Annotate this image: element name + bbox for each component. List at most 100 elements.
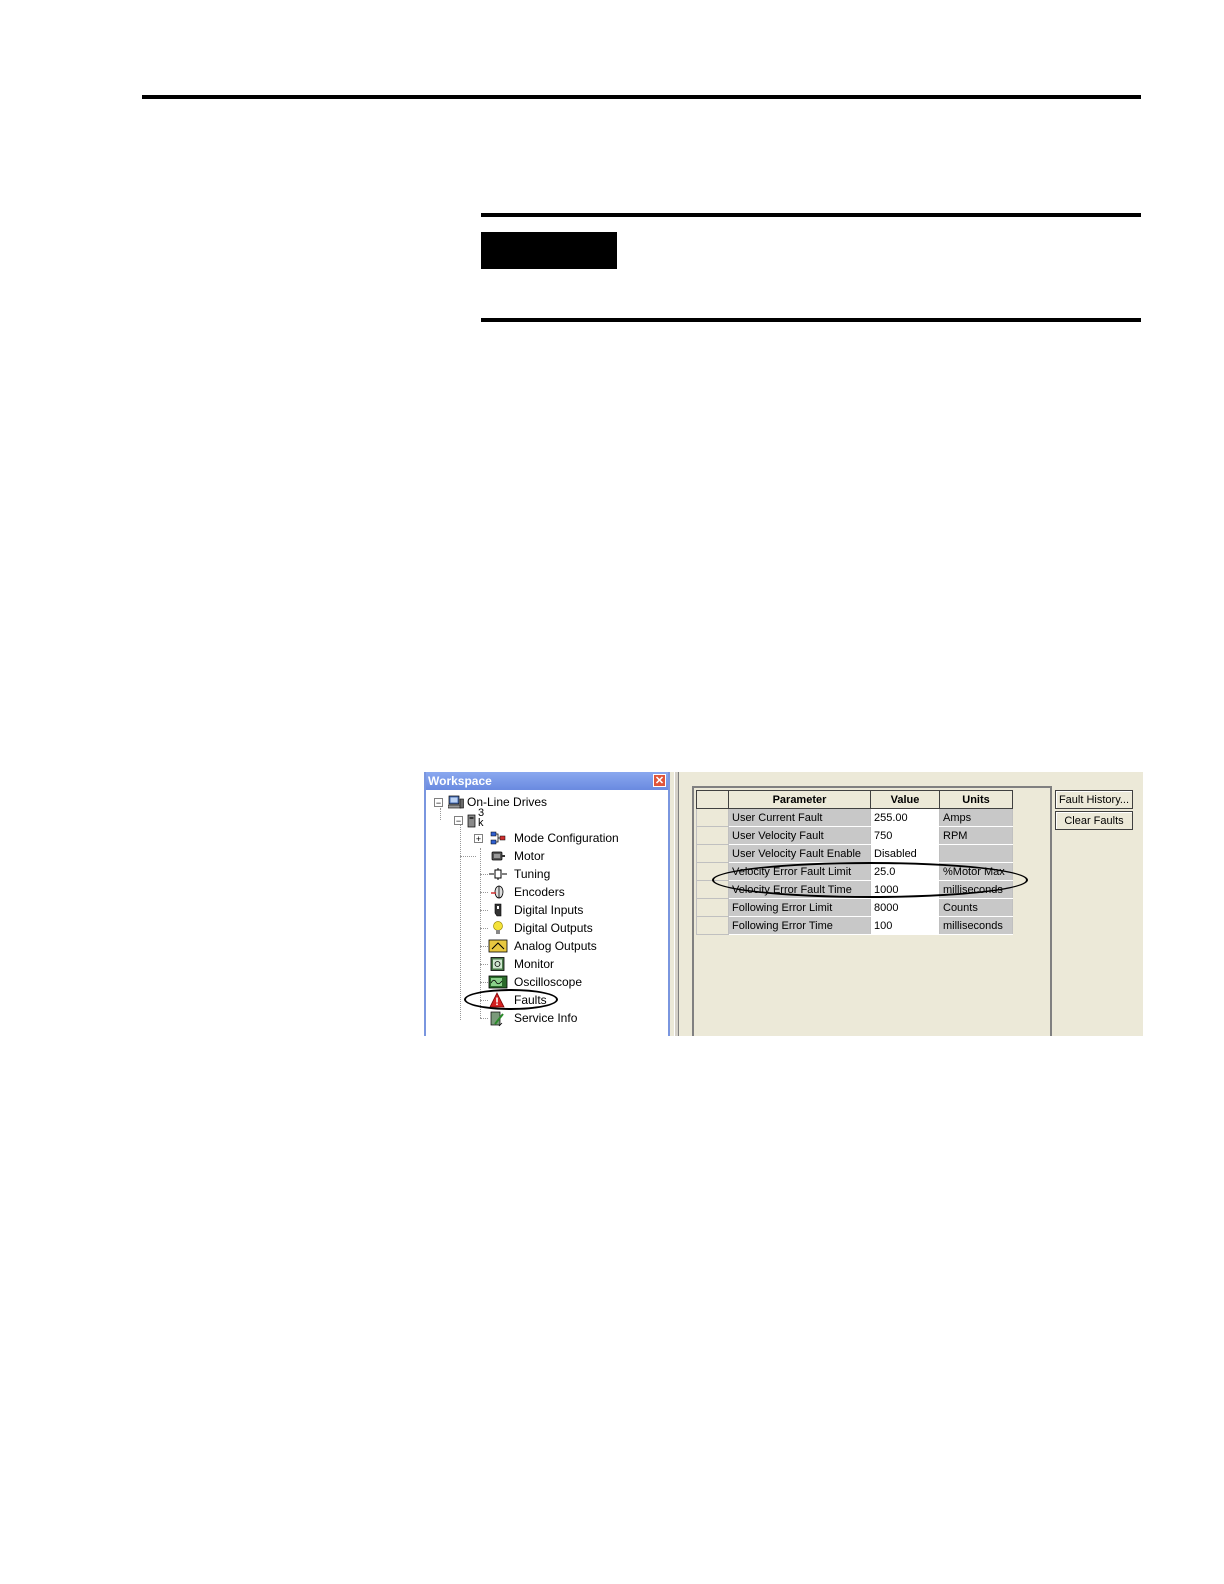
tree-connector [460, 824, 461, 1020]
table-header-row: Parameter Value Units [696, 790, 1013, 809]
tree-label: Tuning [514, 867, 551, 881]
row-header[interactable] [696, 862, 729, 881]
close-icon[interactable]: ✕ [653, 774, 666, 787]
parameter-cell: User Current Fault [728, 808, 871, 827]
tree-label: Encoders [514, 885, 565, 899]
tree-item-monitor[interactable]: Monitor [488, 955, 658, 973]
parameter-cell: User Velocity Fault Enable [728, 844, 871, 863]
workspace-pane: Workspace ✕ − On-Line Drives − 3 k + Mod… [424, 772, 670, 1036]
analog-outputs-icon [488, 939, 508, 953]
digital-inputs-icon [494, 903, 502, 917]
tree-label: Service Info [514, 1011, 578, 1025]
service-info-icon [490, 1011, 504, 1027]
tree-label: Analog Outputs [514, 939, 597, 953]
workspace-title-bar: Workspace ✕ [426, 772, 668, 790]
tree-item-encoders[interactable]: Encoders [488, 883, 658, 901]
units-cell: Counts [939, 898, 1013, 917]
parameter-cell: Following Error Time [728, 916, 871, 935]
units-cell: Amps [939, 808, 1013, 827]
tree-item-analog-outputs[interactable]: Analog Outputs [488, 937, 658, 955]
row-header[interactable] [696, 844, 729, 863]
collapse-toggle[interactable]: − [454, 816, 463, 826]
tree-item-drive[interactable]: − 3 k [454, 807, 514, 830]
page-header-rule [142, 95, 1141, 99]
table-row: Following Error Limit 8000 Counts [696, 898, 1013, 917]
tree-item-mode-configuration[interactable]: + Mode Configuration [474, 829, 664, 847]
table-row: Velocity Error Fault Time 1000 milliseco… [696, 880, 1013, 899]
parameter-cell: User Velocity Fault [728, 826, 871, 845]
fault-actions-pane: Fault History... Clear Faults [1050, 786, 1143, 1036]
tree-connector [480, 1018, 488, 1019]
units-cell: milliseconds [939, 916, 1013, 935]
value-cell[interactable]: 25.0 [870, 862, 940, 881]
column-header-value[interactable]: Value [870, 790, 940, 809]
tree-label: Mode Configuration [514, 831, 619, 845]
warning-triangle-icon [489, 992, 505, 1008]
units-cell: %Motor Max [939, 862, 1013, 881]
tree-item-tuning[interactable]: Tuning [488, 865, 658, 883]
workspace-title: Workspace [428, 774, 492, 788]
online-drives-icon [448, 795, 464, 809]
column-header-parameter[interactable]: Parameter [728, 790, 871, 809]
tree-item-motor[interactable]: Motor [488, 847, 658, 865]
tree-label: Digital Outputs [514, 921, 593, 935]
tree-item-service-info[interactable]: Service Info [488, 1009, 658, 1027]
pane-splitter[interactable] [674, 772, 679, 1036]
units-cell: RPM [939, 826, 1013, 845]
tree-label: Faults [514, 993, 547, 1007]
tree-connector [480, 848, 481, 1018]
tree-connector [480, 928, 488, 929]
note-box-top-rule [481, 213, 1141, 217]
table-row: User Velocity Fault 750 RPM [696, 826, 1013, 845]
tuning-icon [489, 868, 507, 880]
tree-label: Digital Inputs [514, 903, 584, 917]
mode-configuration-icon [490, 831, 506, 845]
tree-label: Monitor [514, 957, 555, 971]
units-cell: milliseconds [939, 880, 1013, 899]
tree-connector [480, 982, 488, 983]
tree-item-digital-inputs[interactable]: Digital Inputs [488, 901, 658, 919]
parameter-cell: Velocity Error Fault Time [728, 880, 871, 899]
tree-connector [480, 910, 488, 911]
value-cell[interactable]: 1000 [870, 880, 940, 899]
collapse-toggle[interactable]: − [434, 798, 443, 808]
expand-toggle[interactable]: + [474, 834, 483, 844]
tree-connector [480, 874, 488, 875]
column-header-units[interactable]: Units [939, 790, 1013, 809]
value-cell[interactable]: 8000 [870, 898, 940, 917]
tree-connector [460, 856, 476, 857]
parameter-cell: Velocity Error Fault Limit [728, 862, 871, 881]
table-row: User Velocity Fault Enable Disabled [696, 844, 1013, 863]
parameter-grid-area: Parameter Value Units User Current Fault… [692, 786, 1051, 1036]
tree-item-digital-outputs[interactable]: Digital Outputs [488, 919, 658, 937]
row-header[interactable] [696, 898, 729, 917]
oscilloscope-icon [488, 975, 508, 989]
light-bulb-icon [493, 921, 503, 934]
clear-faults-button[interactable]: Clear Faults [1055, 811, 1133, 830]
drive-icon [467, 814, 476, 828]
value-cell[interactable]: Disabled [870, 844, 940, 863]
row-header[interactable] [696, 808, 729, 827]
tree-label: Motor [514, 849, 545, 863]
tree-item-faults[interactable]: Faults [488, 991, 658, 1009]
row-header[interactable] [696, 826, 729, 845]
monitor-icon [490, 957, 505, 971]
table-row: Velocity Error Fault Limit 25.0 %Motor M… [696, 862, 1013, 881]
tree-item-online-drives[interactable]: − On-Line Drives [434, 793, 664, 811]
note-box-bottom-rule [481, 318, 1141, 322]
encoders-icon [491, 885, 504, 899]
row-header[interactable] [696, 880, 729, 899]
tree-item-oscilloscope[interactable]: Oscilloscope [488, 973, 658, 991]
note-label-block [481, 232, 617, 269]
row-header-corner [696, 790, 729, 809]
tree-connector [480, 964, 488, 965]
units-cell [939, 844, 1013, 863]
tree-connector [480, 1000, 488, 1001]
tree-label: Oscilloscope [514, 975, 583, 989]
value-cell[interactable]: 750 [870, 826, 940, 845]
value-cell[interactable]: 255.00 [870, 808, 940, 827]
row-header[interactable] [696, 916, 729, 935]
value-cell[interactable]: 100 [870, 916, 940, 935]
software-screenshot: Workspace ✕ − On-Line Drives − 3 k + Mod… [424, 772, 1143, 1036]
fault-history-button[interactable]: Fault History... [1055, 790, 1133, 809]
